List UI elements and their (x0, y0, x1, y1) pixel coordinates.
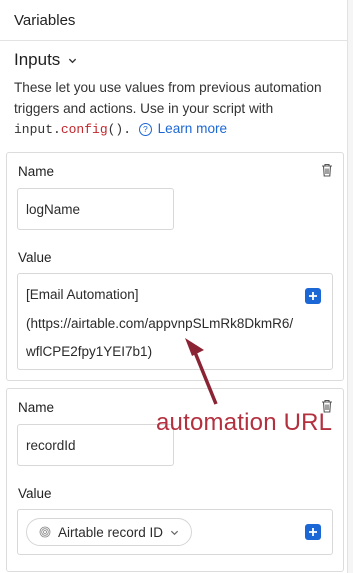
plus-glyph (309, 528, 317, 536)
annotation-label: automation URL (156, 409, 333, 436)
code-snippet: input.config(). (14, 122, 131, 137)
name-field[interactable]: recordId (17, 424, 174, 466)
chevron-down-icon (69, 58, 77, 63)
code-suffix: (). (107, 122, 132, 137)
variables-panel: Variables Inputs These let you use value… (0, 0, 348, 573)
plus-glyph (309, 292, 317, 300)
input-variable-card: Name logName Value [Email Automation] (h… (6, 152, 344, 381)
value-line-1: [Email Automation] (26, 287, 139, 302)
name-field-value: recordId (26, 438, 76, 453)
chevron-down-icon (170, 530, 179, 535)
inputs-section-toggle[interactable]: Inputs (14, 50, 77, 70)
help-circle-icon[interactable]: ? (138, 122, 152, 136)
code-key: config (60, 122, 108, 137)
learn-more-link[interactable]: Learn more (158, 121, 228, 136)
fingerprint-icon (39, 526, 51, 538)
value-field[interactable]: Airtable record ID (17, 509, 333, 555)
value-line-2: (https://airtable.com/appvnpSLmRk8DkmR6/ (26, 316, 294, 331)
value-line-3: wflCPE2fpy1YEI7b1) (26, 344, 153, 359)
plus-icon[interactable] (305, 524, 321, 540)
pill-label: Airtable record ID (58, 524, 164, 540)
description-text: These let you use values from previous a… (14, 80, 322, 116)
value-label: Value (18, 486, 52, 501)
plus-icon[interactable] (305, 288, 321, 304)
panel-header: Variables (0, 0, 347, 41)
trash-icon[interactable] (321, 163, 333, 177)
value-label: Value (18, 250, 52, 265)
name-field[interactable]: logName (17, 188, 174, 230)
code-prefix: input. (14, 122, 61, 137)
inputs-description: These let you use values from previous a… (14, 78, 334, 141)
section-title: Inputs (14, 50, 61, 69)
name-field-value: logName (26, 202, 81, 217)
airtable-record-id-pill[interactable]: Airtable record ID (26, 518, 193, 546)
name-label: Name (18, 400, 55, 415)
name-label: Name (18, 164, 55, 179)
value-field[interactable]: [Email Automation] (https://airtable.com… (17, 273, 333, 370)
panel-title: Variables (14, 11, 76, 29)
